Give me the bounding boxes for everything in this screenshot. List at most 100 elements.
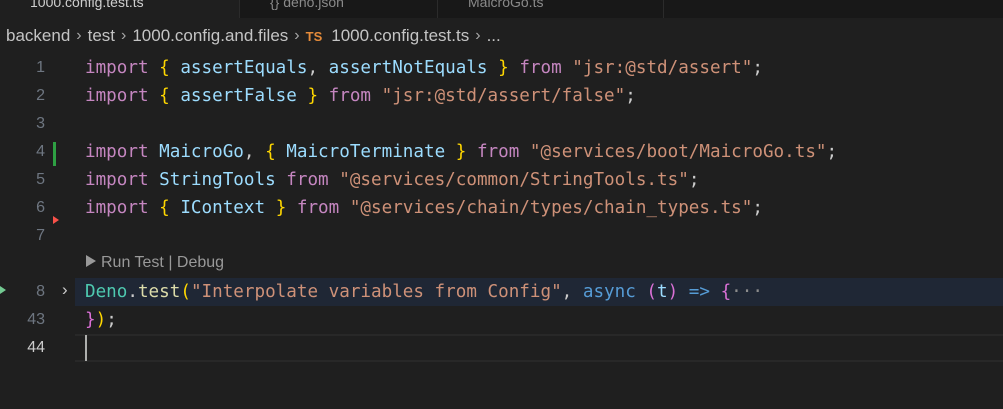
chevron-right-icon: › — [475, 27, 481, 44]
code-token: import — [85, 86, 149, 106]
tab-label: 1000.config.test.ts — [30, 0, 144, 10]
code-token: Deno — [85, 282, 128, 302]
code-token: from — [519, 58, 562, 78]
code-token: { — [159, 58, 170, 78]
line-number: 44 — [27, 339, 45, 356]
code-token: from — [328, 86, 372, 106]
breadcrumb-segment-folder[interactable]: 1000.config.and.files — [132, 26, 288, 46]
code-line[interactable]: 6 import { IContext } from "@services/cha… — [0, 194, 1003, 222]
breadcrumb-segment-test[interactable]: test — [88, 26, 115, 46]
test-codelens: Run Test | Debug — [86, 254, 224, 272]
code-token: ( — [646, 282, 658, 302]
code-text: }); — [85, 306, 117, 334]
breadcrumb-segment-file[interactable]: 1000.config.test.ts — [331, 26, 469, 46]
code-token: MaicroGo — [159, 142, 244, 162]
tab-config-test[interactable]: 1000.config.test.ts — [0, 0, 240, 18]
code-line[interactable]: 4 import MaicroGo, { MaicroTerminate } fr… — [0, 138, 1003, 166]
code-token: } — [275, 198, 287, 218]
tab-label: {} deno.json — [270, 0, 344, 10]
breadcrumb-more[interactable]: ... — [487, 26, 501, 46]
code-line[interactable]: 3 — [0, 110, 1003, 138]
code-line[interactable]: 5 import StringTools from "@services/comm… — [0, 166, 1003, 194]
breadcrumb: backend › test › 1000.config.and.files ›… — [0, 18, 1003, 54]
code-token: test — [137, 282, 181, 302]
code-token: from — [476, 142, 520, 162]
code-token: import — [85, 142, 149, 162]
tab-maicrogo[interactable]: MaicroGo.ts — [438, 0, 664, 18]
code-token: { — [159, 86, 170, 106]
line-number: 7 — [36, 227, 45, 244]
code-token: { — [159, 198, 170, 218]
code-token: assertFalse — [169, 86, 297, 106]
code-line[interactable]: 44 — [0, 334, 1003, 362]
run-test-link[interactable]: Run Test — [86, 254, 164, 271]
code-token: import — [85, 170, 149, 190]
code-token: ( — [180, 282, 191, 302]
code-token: from — [296, 198, 340, 218]
code-line[interactable]: 2 import { assertFalse } from "jsr:@std/a… — [0, 82, 1003, 110]
run-icon — [86, 255, 96, 267]
chevron-right-icon: › — [76, 27, 82, 44]
code-token: "Interpolate variables from Config" — [190, 282, 562, 302]
code-text: import { assertFalse } from "jsr:@std/as… — [85, 82, 636, 110]
code-text: Deno.test("Interpolate variables from Co… — [85, 278, 763, 306]
code-token: ) — [667, 282, 679, 302]
code-token: . — [127, 282, 138, 302]
code-token: IContext — [169, 198, 266, 218]
line-number: 3 — [36, 115, 45, 132]
code-token: } — [498, 58, 509, 78]
code-line[interactable]: 8 Deno.test("Interpolate variables from C… — [0, 278, 1003, 306]
code-token: ··· — [731, 282, 763, 302]
code-token: from — [286, 170, 329, 190]
code-text: import MaicroGo, { MaicroTerminate } fro… — [85, 138, 837, 166]
debug-link[interactable]: Debug — [177, 254, 224, 271]
code-token: ; — [625, 86, 636, 106]
tab-deno-json[interactable]: {} deno.json — [240, 0, 438, 18]
code-token: "@services/boot/MaicroGo.ts" — [529, 142, 827, 162]
breadcrumb-segment-backend[interactable]: backend — [6, 26, 70, 46]
code-token: ; — [106, 310, 117, 330]
code-token: , — [243, 142, 266, 162]
code-token: StringTools — [159, 170, 276, 190]
chevron-right-icon: › — [121, 27, 127, 44]
chevron-right-icon: › — [294, 27, 300, 44]
code-editor[interactable]: Run Test | Debug › 1 import { assertEqual… — [0, 52, 1003, 409]
code-token: async — [582, 282, 636, 302]
code-token: ) — [95, 310, 107, 330]
code-token: MaicroTerminate — [275, 142, 446, 162]
tab-label: MaicroGo.ts — [468, 0, 544, 10]
line-number: 5 — [36, 171, 45, 188]
typescript-file-icon: TS — [305, 28, 323, 44]
line-number: 8 — [36, 283, 45, 300]
code-token: ; — [826, 142, 838, 162]
code-token: ; — [752, 198, 763, 218]
line-number: 1 — [36, 59, 45, 76]
code-line[interactable]: 43}); — [0, 306, 1003, 334]
codelens-separator: | — [168, 254, 173, 271]
code-token: t — [657, 282, 668, 302]
code-line[interactable]: 7 — [0, 222, 1003, 250]
code-token: { — [720, 282, 732, 302]
code-line[interactable]: 1 import { assertEquals, assertNotEquals … — [0, 54, 1003, 82]
editor-tab-bar: 1000.config.test.ts {} deno.json MaicroG… — [0, 0, 1003, 18]
code-token: "@services/chain/types/chain_types.ts" — [349, 198, 753, 218]
code-token: => — [688, 282, 710, 302]
code-token: , — [561, 282, 583, 302]
code-token: assertNotEquals — [328, 58, 488, 78]
code-token: "@services/common/StringTools.ts" — [339, 170, 689, 190]
